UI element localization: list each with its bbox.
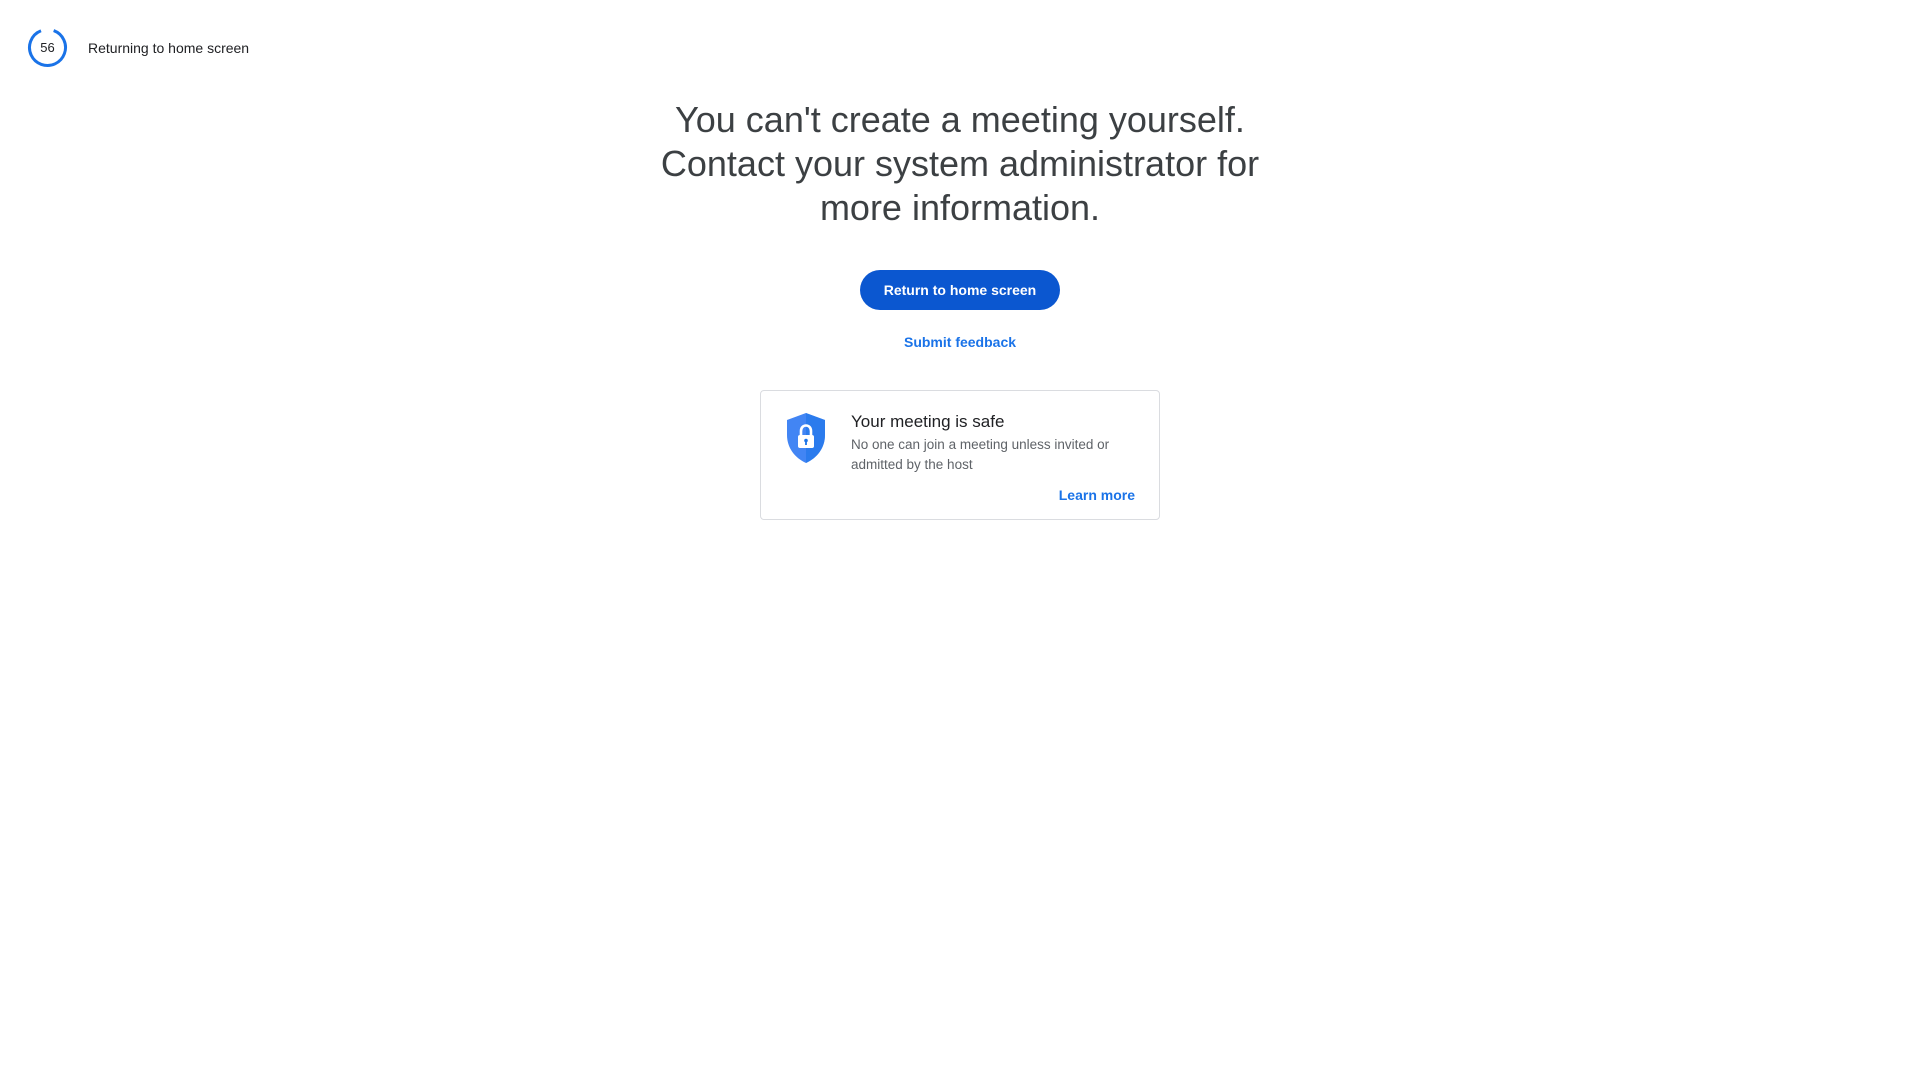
return-home-button[interactable]: Return to home screen [859,270,1061,310]
meeting-safety-card: Your meeting is safe No one can join a m… [760,390,1160,520]
page-title: You can't create a meeting yourself. Con… [660,99,1260,228]
safety-card-body: No one can join a meeting unless invited… [851,437,1110,472]
countdown-seconds: 56 [40,40,55,55]
submit-feedback-link[interactable]: Submit feedback [904,334,1016,350]
main-content: You can't create a meeting yourself. Con… [0,98,1920,520]
countdown-indicator: 56 Returning to home screen [27,27,249,68]
countdown-ring: 56 [27,27,68,68]
shield-lock-icon [787,413,825,463]
learn-more-link[interactable]: Learn more [1059,487,1135,503]
countdown-label: Returning to home screen [88,39,250,56]
safety-card-text: Your meeting is safe No one can join a m… [851,411,1141,475]
safety-card-title: Your meeting is safe [851,412,1005,431]
